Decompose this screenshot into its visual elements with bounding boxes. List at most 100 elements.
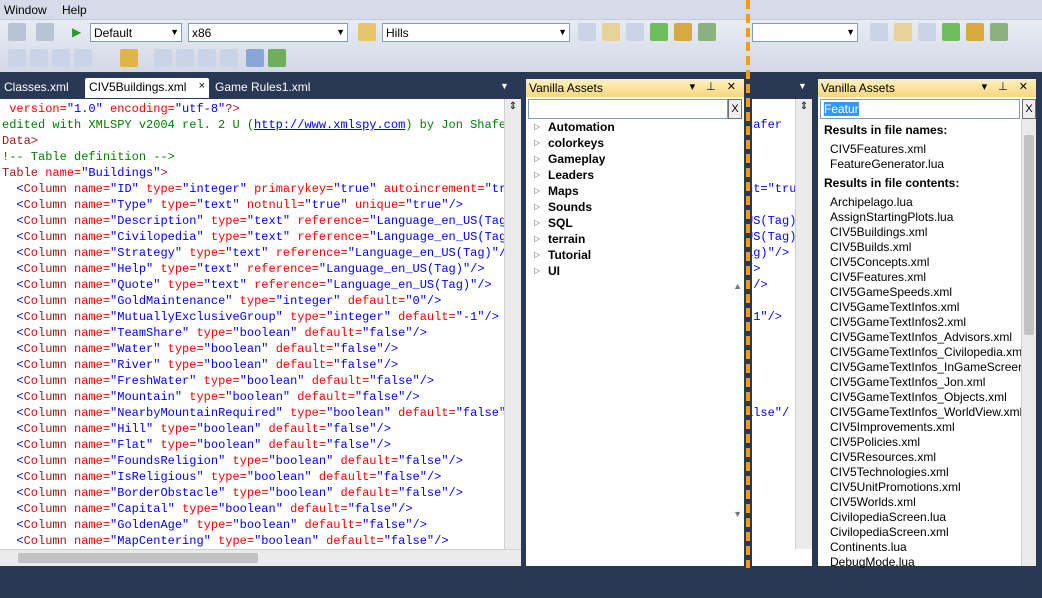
- panel-controls-right[interactable]: ▾ ⊥ ✕: [982, 80, 1032, 93]
- tree-folder-item[interactable]: ▷ terrain: [534, 231, 615, 247]
- code-editor-right[interactable]: hafer nt="tru US(Tag)US(Tag)ag)"/>/>"/> …: [752, 99, 812, 566]
- split-icon-right[interactable]: ⇕: [798, 101, 810, 117]
- asset-search-input-right[interactable]: Featur: [820, 99, 1020, 119]
- result-file-link[interactable]: CIV5GameTextInfos2.xml: [824, 315, 1031, 330]
- result-file-link[interactable]: CivilopediaScreen.lua: [824, 510, 1031, 525]
- tab-list-dropdown-icon[interactable]: ▼: [500, 81, 509, 91]
- tab-list-dropdown-icon-right[interactable]: ▼: [798, 81, 807, 91]
- code-editor[interactable]: version="1.0" encoding="utf-8"?> edited w…: [0, 99, 521, 566]
- expand-arrow-icon[interactable]: ▷: [534, 135, 540, 151]
- find-icon[interactable]: [578, 23, 596, 41]
- tree-folder-item[interactable]: ▷ Tutorial: [534, 247, 615, 263]
- split-icon[interactable]: ⇕: [507, 101, 519, 117]
- expand-arrow-icon[interactable]: ▷: [534, 151, 540, 167]
- window-icon[interactable]: [246, 49, 264, 67]
- comment-icon[interactable]: [52, 49, 70, 67]
- menu-help[interactable]: Help: [62, 3, 87, 17]
- clear-bookmarks-icon[interactable]: [198, 49, 216, 67]
- refresh-icon[interactable]: [268, 49, 286, 67]
- result-file-link[interactable]: CIV5UnitPromotions.xml: [824, 480, 1031, 495]
- tree-folder-item[interactable]: ▷ colorkeys: [534, 135, 615, 151]
- clear-search-button-left[interactable]: X: [728, 99, 742, 119]
- tree-scroll-up-icon[interactable]: ▲: [733, 281, 742, 291]
- close-tab-icon[interactable]: ×: [199, 80, 205, 92]
- result-file-link[interactable]: Continents.lua: [824, 540, 1031, 555]
- panel-controls-left[interactable]: ▾ ⊥ ✕: [690, 80, 740, 93]
- editor-vertical-scrollbar[interactable]: ⇕: [504, 99, 521, 549]
- expand-arrow-icon[interactable]: ▷: [534, 167, 540, 183]
- result-file-link[interactable]: CIV5GameTextInfos_Jon.xml: [824, 375, 1031, 390]
- result-file-link[interactable]: CIV5Features.xml: [824, 270, 1031, 285]
- export-icon[interactable]: [650, 23, 668, 41]
- extension-icon[interactable]: [698, 23, 716, 41]
- indent-icon[interactable]: [8, 49, 26, 67]
- hscroll-thumb[interactable]: [18, 553, 258, 563]
- undo-icon[interactable]: [220, 49, 238, 67]
- result-file-link[interactable]: CIV5Buildings.xml: [824, 225, 1031, 240]
- start-icon[interactable]: ▶: [72, 25, 81, 39]
- find-icon-right[interactable]: [870, 23, 888, 41]
- tree-scroll-down-icon[interactable]: ▼: [733, 509, 742, 519]
- editor-horizontal-scrollbar[interactable]: [0, 549, 521, 566]
- properties-icon[interactable]: [626, 23, 644, 41]
- tree-folder-item[interactable]: ▷ Maps: [534, 183, 615, 199]
- tree-folder-item[interactable]: ▷ SQL: [534, 215, 615, 231]
- attach-icon[interactable]: [36, 23, 54, 41]
- result-file-link[interactable]: CIV5Improvements.xml: [824, 420, 1031, 435]
- result-file-link[interactable]: CivilopediaScreen.xml: [824, 525, 1031, 540]
- result-file-link[interactable]: FeatureGenerator.lua: [824, 157, 1031, 172]
- result-file-link[interactable]: Archipelago.lua: [824, 195, 1031, 210]
- tree-folder-item[interactable]: ▷ Gameplay: [534, 151, 615, 167]
- debug-icon[interactable]: [8, 23, 26, 41]
- prev-bookmark-icon[interactable]: [154, 49, 172, 67]
- result-file-link[interactable]: CIV5Resources.xml: [824, 450, 1031, 465]
- asset-search-input-left[interactable]: [528, 99, 728, 119]
- expand-arrow-icon[interactable]: ▷: [534, 119, 540, 135]
- find-combo-right[interactable]: ▼: [752, 23, 858, 42]
- bookmark-icon-right[interactable]: [894, 23, 912, 41]
- result-file-link[interactable]: CIV5GameTextInfos_WorldView.xml: [824, 405, 1031, 420]
- clear-search-button-right[interactable]: X: [1022, 99, 1036, 119]
- result-file-link[interactable]: CIV5GameTextInfos.xml: [824, 300, 1031, 315]
- toolbox-icon[interactable]: [674, 23, 692, 41]
- expand-arrow-icon[interactable]: ▷: [534, 231, 540, 247]
- tree-folder-item[interactable]: ▷ Leaders: [534, 167, 615, 183]
- next-bookmark-icon[interactable]: [176, 49, 194, 67]
- platform-combo[interactable]: x86 ▼: [188, 23, 348, 42]
- result-file-link[interactable]: CIV5Concepts.xml: [824, 255, 1031, 270]
- result-file-link[interactable]: CIV5GameTextInfos_Advisors.xml: [824, 330, 1031, 345]
- expand-arrow-icon[interactable]: ▷: [534, 183, 540, 199]
- tree-folder-item[interactable]: ▷ Sounds: [534, 199, 615, 215]
- expand-arrow-icon[interactable]: ▷: [534, 263, 540, 279]
- results-scroll-thumb[interactable]: [1024, 135, 1034, 335]
- find-combo[interactable]: Hills ▼: [382, 23, 570, 42]
- outdent-icon[interactable]: [30, 49, 48, 67]
- result-file-link[interactable]: CIV5GameSpeeds.xml: [824, 285, 1031, 300]
- expand-arrow-icon[interactable]: ▷: [534, 199, 540, 215]
- tree-folder-item[interactable]: ▷ Automation: [534, 119, 615, 135]
- results-scrollbar[interactable]: [1021, 119, 1036, 566]
- toolbox-icon-right[interactable]: [966, 23, 984, 41]
- expand-arrow-icon[interactable]: ▷: [534, 247, 540, 263]
- properties-icon-right[interactable]: [918, 23, 936, 41]
- result-file-link[interactable]: CIV5Features.xml: [824, 142, 1031, 157]
- export-icon-right[interactable]: [942, 23, 960, 41]
- find-in-files-icon[interactable]: [358, 23, 376, 41]
- result-file-link[interactable]: CIV5Builds.xml: [824, 240, 1031, 255]
- result-file-link[interactable]: CIV5GameTextInfos_InGameScreens: [824, 360, 1031, 375]
- result-file-link[interactable]: CIV5GameTextInfos_Objects.xml: [824, 390, 1031, 405]
- tab-civ5buildings[interactable]: CIV5Buildings.xml ×: [85, 78, 209, 98]
- result-file-link[interactable]: CIV5Policies.xml: [824, 435, 1031, 450]
- result-file-link[interactable]: CIV5Worlds.xml: [824, 495, 1031, 510]
- result-file-link[interactable]: AssignStartingPlots.lua: [824, 210, 1031, 225]
- bookmark-icon[interactable]: [602, 23, 620, 41]
- editor-right-vertical-scrollbar[interactable]: ⇕: [795, 99, 812, 549]
- extension-icon-right[interactable]: [990, 23, 1008, 41]
- result-file-link[interactable]: CIV5Technologies.xml: [824, 465, 1031, 480]
- bookmark-toggle-icon[interactable]: [120, 49, 138, 67]
- config-combo[interactable]: Default ▼: [90, 23, 182, 42]
- expand-arrow-icon[interactable]: ▷: [534, 215, 540, 231]
- uncomment-icon[interactable]: [74, 49, 92, 67]
- tab-classes[interactable]: Classes.xml: [0, 78, 82, 98]
- tab-game-rules[interactable]: Game Rules1.xml: [211, 78, 321, 98]
